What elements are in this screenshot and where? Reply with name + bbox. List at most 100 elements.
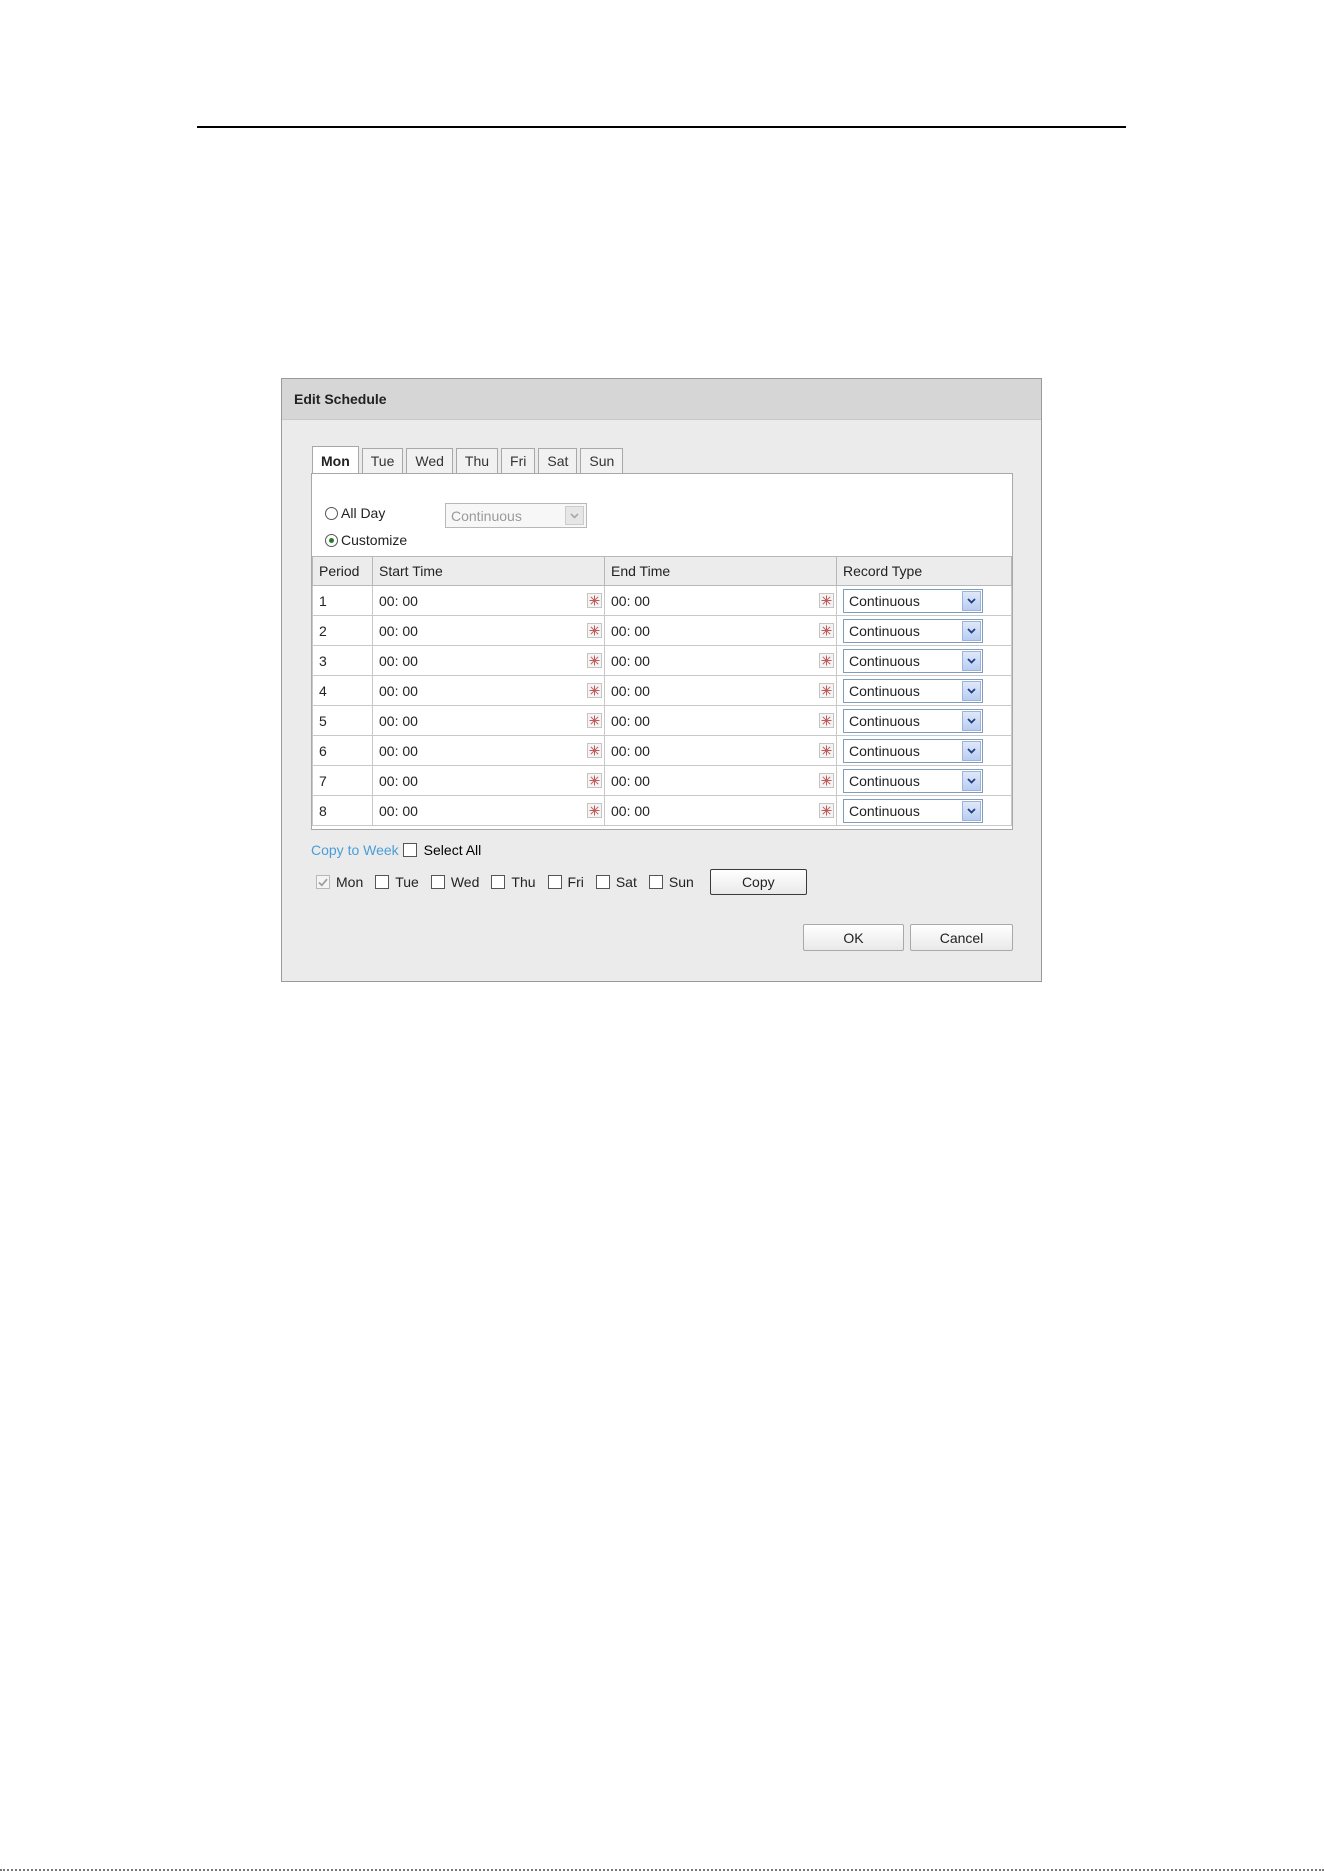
period-number: 4: [319, 682, 327, 699]
customize-label: Customize: [341, 532, 408, 548]
start-time-input[interactable]: 00: 00: [379, 803, 418, 819]
time-picker-icon[interactable]: [819, 803, 834, 818]
end-time-input[interactable]: 00: 00: [611, 623, 650, 639]
table-row: 6 00: 00 00: 00 Continuous: [312, 735, 1012, 766]
start-time-cell: 00: 00: [372, 795, 605, 826]
time-picker-icon[interactable]: [587, 683, 602, 698]
tab-sun[interactable]: Sun: [580, 448, 624, 473]
start-time-input[interactable]: 00: 00: [379, 653, 418, 669]
time-picker-icon[interactable]: [819, 683, 834, 698]
tab-sat[interactable]: Sat: [538, 448, 578, 473]
copy-day-fri[interactable]: Fri: [547, 874, 584, 890]
start-time-cell: 00: 00: [372, 615, 605, 646]
record-type-cell: Continuous: [836, 795, 1012, 826]
chevron-down-icon[interactable]: [962, 770, 981, 791]
record-type-select[interactable]: Continuous: [843, 798, 983, 823]
copy-day-sat[interactable]: Sat: [595, 874, 637, 890]
time-picker-icon[interactable]: [819, 593, 834, 608]
record-type-cell: Continuous: [836, 585, 1012, 616]
copy-day-thu[interactable]: Thu: [491, 874, 536, 890]
start-time-input[interactable]: 00: 00: [379, 623, 418, 639]
copy-day-checkbox[interactable]: [547, 875, 562, 889]
period-cell: 5: [312, 705, 373, 736]
record-type-select[interactable]: Continuous: [843, 648, 983, 673]
start-time-input[interactable]: 00: 00: [379, 593, 418, 609]
end-time-input[interactable]: 00: 00: [611, 593, 650, 609]
copy-day-tue[interactable]: Tue: [375, 874, 419, 890]
time-picker-icon[interactable]: [819, 653, 834, 668]
copy-day-checkbox[interactable]: [430, 875, 445, 889]
time-picker-icon[interactable]: [587, 803, 602, 818]
end-time-input[interactable]: 00: 00: [611, 803, 650, 819]
chevron-down-icon[interactable]: [962, 590, 981, 611]
chevron-down-icon[interactable]: [962, 800, 981, 821]
copy-day-checkbox[interactable]: [595, 875, 610, 889]
start-time-cell: 00: 00: [372, 645, 605, 676]
end-time-input[interactable]: 00: 00: [611, 773, 650, 789]
record-type-value: Continuous: [849, 802, 920, 819]
end-time-input[interactable]: 00: 00: [611, 743, 650, 759]
start-time-input[interactable]: 00: 00: [379, 713, 418, 729]
all-day-radio[interactable]: [325, 506, 338, 520]
tab-wed[interactable]: Wed: [406, 448, 453, 473]
all-day-option[interactable]: All Day: [325, 505, 385, 521]
table-row: 7 00: 00 00: 00 Continuous: [312, 765, 1012, 796]
record-type-select[interactable]: Continuous: [843, 738, 983, 763]
copy-day-wed[interactable]: Wed: [430, 874, 479, 890]
time-picker-icon[interactable]: [587, 653, 602, 668]
copy-day-sun[interactable]: Sun: [648, 874, 694, 890]
end-time-cell: 00: 00: [604, 645, 837, 676]
period-number: 8: [319, 802, 327, 819]
period-number: 5: [319, 712, 327, 729]
chevron-down-icon[interactable]: [962, 620, 981, 641]
time-picker-icon[interactable]: [587, 593, 602, 608]
header-period: Period: [312, 556, 373, 586]
time-picker-icon[interactable]: [587, 773, 602, 788]
chevron-down-icon[interactable]: [962, 650, 981, 671]
edit-schedule-dialog: Edit Schedule Mon Tue Wed Thu Fri Sat Su…: [281, 378, 1042, 982]
start-time-input[interactable]: 00: 00: [379, 743, 418, 759]
tab-tue[interactable]: Tue: [361, 448, 404, 473]
copy-to-week-link[interactable]: Copy to Week: [311, 842, 399, 858]
record-type-select[interactable]: Continuous: [843, 588, 983, 613]
record-type-select[interactable]: Continuous: [843, 708, 983, 733]
end-time-input[interactable]: 00: 00: [611, 713, 650, 729]
tab-mon[interactable]: Mon: [312, 446, 359, 474]
end-time-input[interactable]: 00: 00: [611, 683, 650, 699]
time-picker-icon[interactable]: [819, 713, 834, 728]
ok-button[interactable]: OK: [803, 924, 904, 951]
end-time-cell: 00: 00: [604, 675, 837, 706]
copy-button[interactable]: Copy: [709, 869, 807, 895]
copy-day-checkbox[interactable]: [648, 875, 663, 889]
select-all-checkbox[interactable]: [402, 843, 417, 857]
time-picker-icon[interactable]: [587, 713, 602, 728]
chevron-down-icon[interactable]: [962, 680, 981, 701]
tab-fri[interactable]: Fri: [501, 448, 536, 473]
time-picker-icon[interactable]: [819, 743, 834, 758]
copy-day-checkbox[interactable]: [375, 875, 390, 889]
customize-option[interactable]: Customize: [325, 532, 407, 548]
copy-day-checkbox[interactable]: [491, 875, 506, 889]
copy-days-row: Mon Tue Wed Thu Fri Sat Sun Copy: [316, 869, 807, 895]
record-type-select[interactable]: Continuous: [843, 768, 983, 793]
time-picker-icon[interactable]: [819, 773, 834, 788]
customize-radio[interactable]: [325, 533, 338, 547]
chevron-down-icon[interactable]: [962, 710, 981, 731]
cancel-button[interactable]: Cancel: [910, 924, 1013, 951]
start-time-input[interactable]: 00: 00: [379, 773, 418, 789]
tab-thu[interactable]: Thu: [455, 448, 499, 473]
time-picker-icon[interactable]: [819, 623, 834, 638]
tab-panel: All Day Continuous Customize Period Star…: [311, 473, 1013, 830]
copy-day-label: Thu: [511, 874, 536, 890]
record-type-select[interactable]: Continuous: [843, 618, 983, 643]
record-type-value: Continuous: [849, 652, 920, 669]
start-time-input[interactable]: 00: 00: [379, 683, 418, 699]
chevron-down-icon[interactable]: [962, 740, 981, 761]
copy-to-week-row: Copy to Week Select All: [311, 842, 481, 858]
end-time-cell: 00: 00: [604, 735, 837, 766]
end-time-input[interactable]: 00: 00: [611, 653, 650, 669]
period-cell: 4: [312, 675, 373, 706]
time-picker-icon[interactable]: [587, 623, 602, 638]
time-picker-icon[interactable]: [587, 743, 602, 758]
record-type-select[interactable]: Continuous: [843, 678, 983, 703]
